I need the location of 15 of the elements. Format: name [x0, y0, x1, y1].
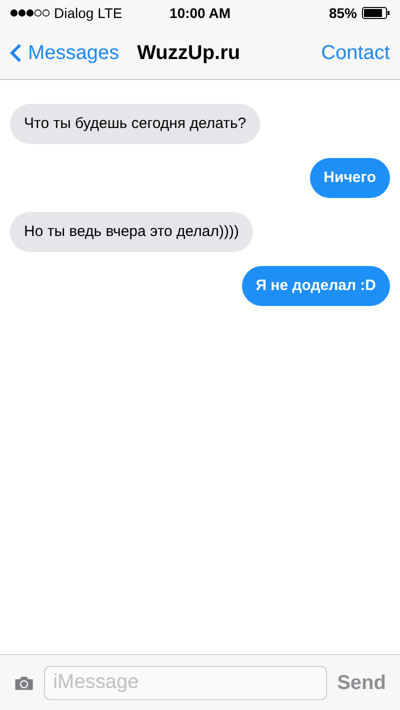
message-input-field[interactable]: iMessage: [44, 666, 328, 700]
back-button[interactable]: Messages: [10, 38, 120, 68]
message-bubble: Ничего: [310, 158, 390, 198]
battery-percentage: 85%: [328, 4, 358, 22]
message-bubble: Что ты будешь сегодня делать?: [10, 104, 260, 144]
message-bubble: Но ты ведь вчера это делал)))): [10, 212, 253, 252]
contact-button[interactable]: Contact: [321, 38, 390, 68]
chevron-left-icon: [10, 42, 22, 62]
battery-icon: [362, 7, 390, 19]
message-bubble: Я не доделал :D: [242, 266, 390, 306]
send-button[interactable]: Send: [337, 668, 386, 698]
conversation-title: WuzzUp.ru: [137, 40, 240, 66]
clock-time: 10:00 AM: [170, 4, 230, 22]
carrier-name: Dialog LTE: [54, 4, 122, 23]
signal-icon: [10, 9, 50, 17]
